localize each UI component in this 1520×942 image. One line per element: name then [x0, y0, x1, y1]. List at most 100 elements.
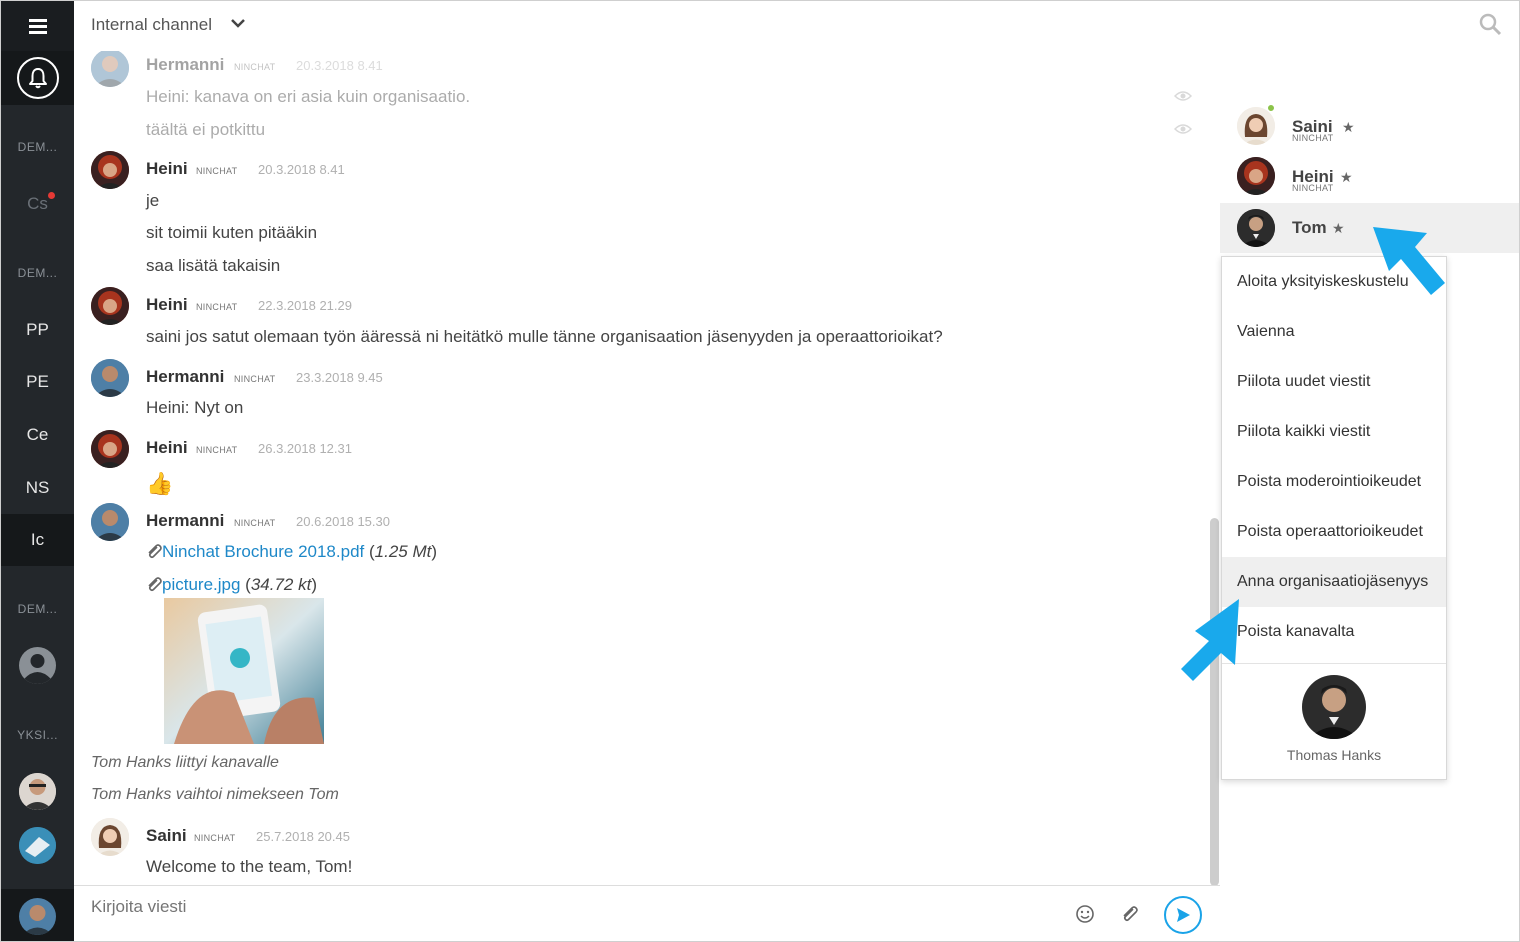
unread-dot — [48, 192, 55, 199]
message-time: 25.7.2018 20.45 — [256, 829, 350, 844]
message-org: NINCHAT — [234, 62, 276, 72]
person-avatar-icon — [91, 51, 129, 87]
message-text: saini jos satut olemaan työn ääressä ni … — [146, 327, 943, 346]
message-time: 23.3.2018 9.45 — [296, 370, 383, 385]
profile-name: Thomas Hanks — [1286, 747, 1382, 763]
file-attachment: Ninchat Brochure 2018.pdf (1.25 Mt) — [146, 542, 437, 562]
rail-user-avatar[interactable] — [19, 647, 56, 684]
member-item[interactable]: Saini ★ NINCHAT — [1220, 101, 1519, 151]
star-icon[interactable]: ★ — [1332, 220, 1345, 237]
message-text: je — [146, 191, 160, 210]
message-org: NINCHAT — [194, 833, 236, 843]
rail-private-avatar[interactable] — [19, 773, 56, 810]
person-avatar-icon — [91, 430, 129, 468]
message-time: 22.3.2018 21.29 — [258, 298, 352, 313]
file-link[interactable]: picture.jpg — [162, 575, 240, 594]
menu-item-hide-all-messages[interactable]: Piilota kaikki viestit — [1222, 407, 1446, 457]
channel-title[interactable]: Internal channel — [91, 15, 212, 35]
seen-icon — [1174, 91, 1192, 101]
chat-scrollbar[interactable] — [1210, 518, 1219, 886]
message-text: sit toimii kuten pitääkin — [146, 223, 318, 242]
rail-channel-cs[interactable]: Cs — [1, 178, 74, 230]
message-author[interactable]: Saini — [146, 826, 187, 846]
profile-avatar[interactable] — [1302, 675, 1366, 739]
avatar[interactable] — [91, 359, 129, 397]
rail-channel-label: NS — [25, 478, 50, 497]
hamburger-icon — [28, 19, 47, 34]
message-author[interactable]: Hermanni — [146, 367, 224, 387]
message-time: 20.3.2018 8.41 — [296, 58, 383, 73]
emoji-icon[interactable] — [1075, 904, 1095, 924]
search-icon[interactable] — [1478, 12, 1502, 36]
member-item[interactable]: Heini ★ NINCHAT — [1220, 151, 1519, 201]
person-avatar-icon — [91, 359, 129, 397]
rail-channel-ce[interactable]: Ce — [1, 409, 74, 461]
rail-private-avatar[interactable] — [19, 827, 56, 864]
file-attachment: picture.jpg (34.72 kt) — [146, 575, 317, 595]
menu-item-grant-organization-membership[interactable]: Anna organisaatiojäsenyys — [1222, 557, 1446, 607]
message-time: 26.3.2018 12.31 — [258, 441, 352, 456]
avatar — [1237, 209, 1275, 247]
person-avatar-icon — [91, 151, 129, 189]
bell-icon — [28, 68, 47, 89]
rail-section-label: DEM... — [17, 140, 58, 154]
rail-channel-ns[interactable]: NS — [1, 462, 74, 514]
member-org: NINCHAT — [1292, 183, 1334, 193]
menu-item-remove-moderator-rights[interactable]: Poista moderointioikeudet — [1222, 457, 1446, 507]
menu-item-hide-new-messages[interactable]: Piilota uudet viestit — [1222, 357, 1446, 407]
message-author[interactable]: Heini — [146, 159, 188, 179]
avatar[interactable] — [91, 430, 129, 468]
menu-item-remove-operator-rights[interactable]: Poista operaattorioikeudet — [1222, 507, 1446, 557]
menu-divider — [1222, 663, 1446, 664]
message-org: NINCHAT — [196, 445, 238, 455]
chevron-down-icon[interactable] — [230, 17, 246, 29]
person-avatar-icon — [19, 773, 56, 810]
message-author[interactable]: Heini — [146, 295, 188, 315]
current-user-avatar[interactable] — [19, 898, 56, 935]
rail-section-label: DEM... — [17, 266, 58, 280]
message-author[interactable]: Hermanni — [146, 55, 224, 75]
avatar[interactable] — [91, 151, 129, 189]
message-composer — [74, 885, 1220, 941]
member-context-menu: Aloita yksityiskeskustelu Vaienna Piilot… — [1221, 256, 1447, 780]
message-author[interactable]: Hermanni — [146, 511, 224, 531]
message-text: Heini: Nyt on — [146, 398, 244, 417]
message-input[interactable] — [91, 897, 991, 917]
hamburger-menu-button[interactable] — [1, 1, 74, 51]
system-message: Tom Hanks vaihtoi nimekseen Tom — [91, 786, 339, 803]
message-text: täältä ei potkittu — [146, 120, 266, 139]
avatar — [1237, 107, 1275, 145]
avatar[interactable] — [91, 287, 129, 325]
send-icon — [1177, 908, 1190, 922]
message-author[interactable]: Heini — [146, 438, 188, 458]
annotation-arrow-icon — [1373, 227, 1445, 295]
message-time: 20.3.2018 8.41 — [258, 162, 345, 177]
bird-avatar-icon — [19, 827, 56, 864]
file-link[interactable]: Ninchat Brochure 2018.pdf — [162, 542, 364, 561]
image-thumbnail[interactable] — [164, 598, 324, 744]
online-indicator — [1267, 104, 1275, 112]
star-icon[interactable]: ★ — [1342, 119, 1355, 136]
menu-item-remove-from-channel[interactable]: Poista kanavalta — [1222, 607, 1446, 657]
rail-channel-pe[interactable]: PE — [1, 356, 74, 408]
rail-channel-pp[interactable]: PP — [1, 304, 74, 356]
system-message: Tom Hanks liittyi kanavalle — [91, 754, 279, 771]
rail-section-label: DEM... — [17, 602, 58, 616]
star-icon[interactable]: ★ — [1340, 169, 1353, 186]
notifications-button[interactable] — [1, 51, 74, 105]
avatar — [1237, 157, 1275, 195]
message-list[interactable]: Hermanni NINCHAT 20.3.2018 8.41 Heini: k… — [74, 51, 1209, 885]
avatar[interactable] — [91, 51, 129, 87]
menu-item-mute[interactable]: Vaienna — [1222, 307, 1446, 357]
avatar[interactable] — [91, 503, 129, 541]
person-avatar-icon — [91, 818, 129, 856]
file-size: 34.72 kt — [250, 575, 312, 594]
rail-channel-ic[interactable]: Ic — [1, 514, 74, 566]
attachment-icon[interactable] — [1120, 904, 1140, 924]
paperclip-icon — [148, 544, 162, 559]
current-user-area[interactable] — [1, 889, 74, 941]
user-placeholder-icon — [24, 654, 51, 684]
send-button[interactable] — [1164, 896, 1202, 934]
message-text: Welcome to the team, Tom! — [146, 857, 353, 876]
avatar[interactable] — [91, 818, 129, 856]
